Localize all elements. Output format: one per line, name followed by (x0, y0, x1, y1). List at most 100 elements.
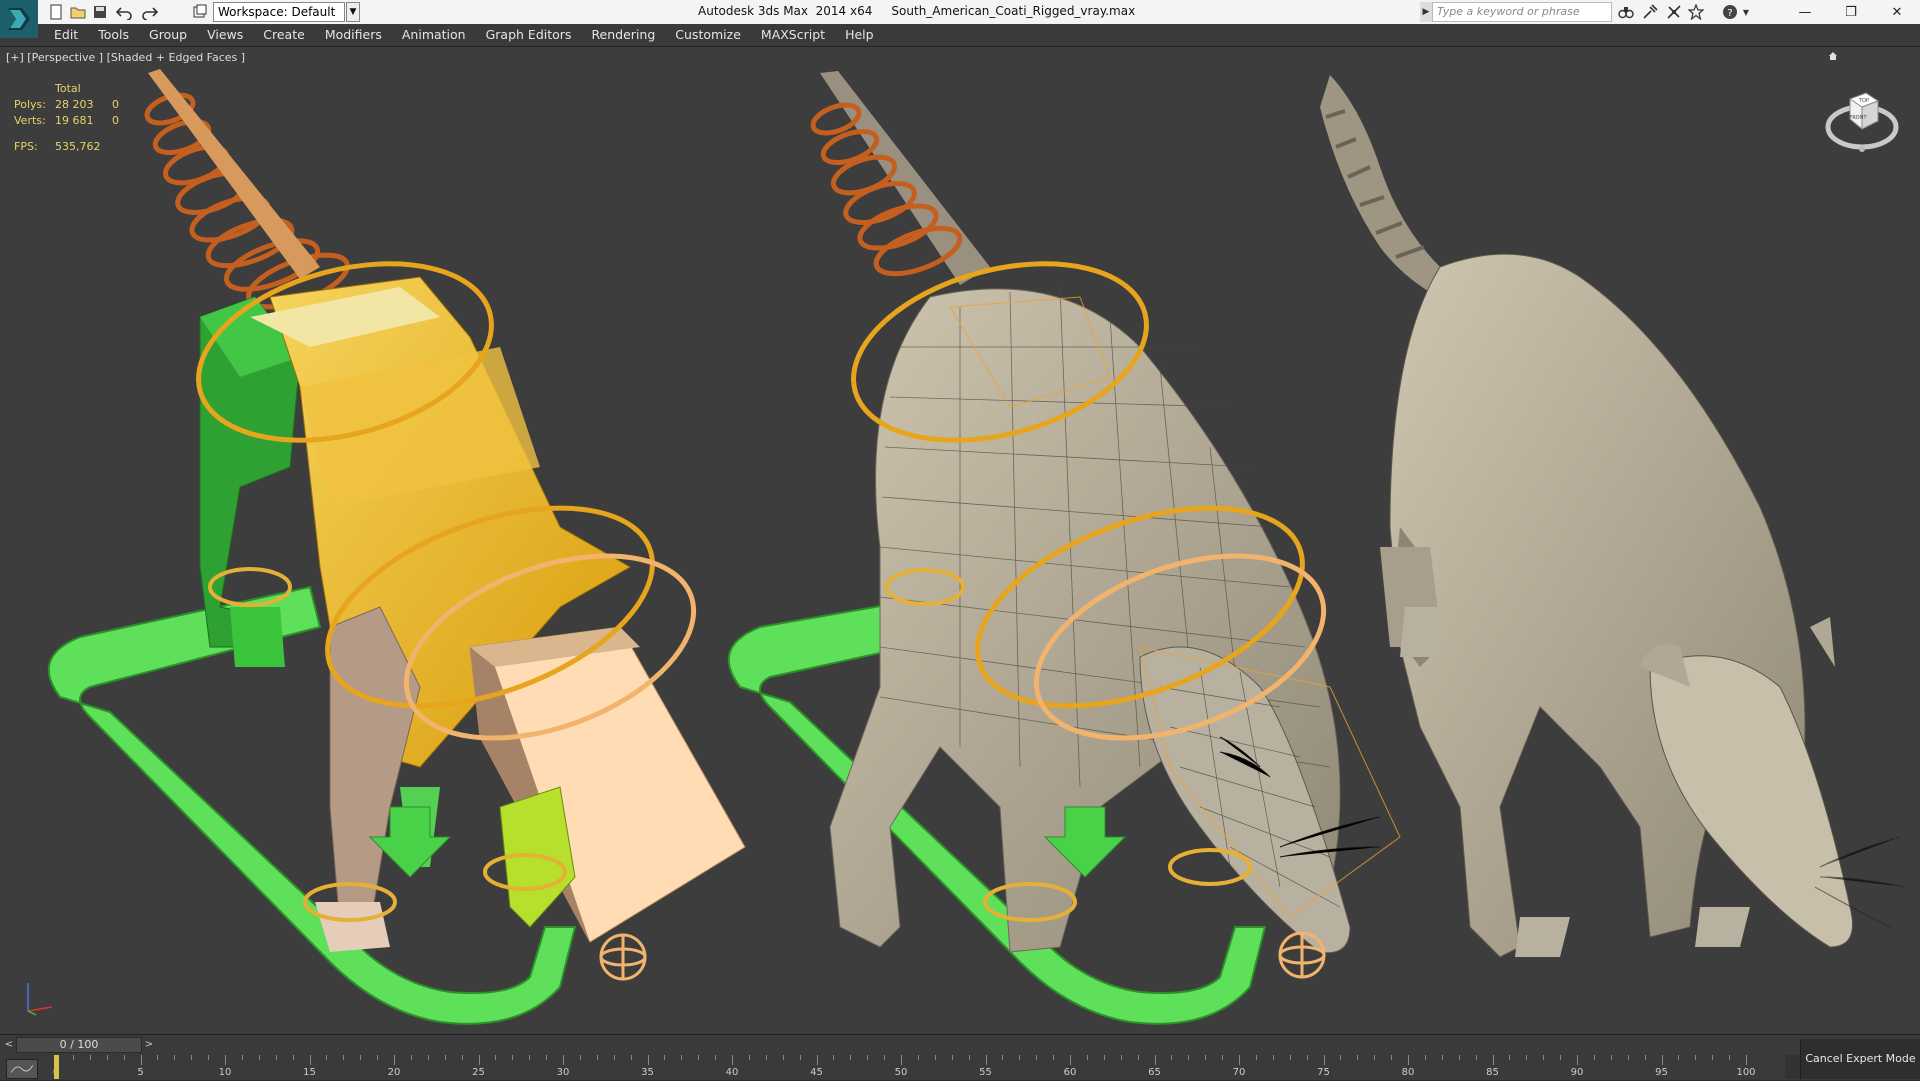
cancel-expert-mode-button[interactable]: Cancel Expert Mode (1800, 1039, 1920, 1079)
timeline-tick (1357, 1055, 1359, 1060)
timeline-label: 15 (303, 1067, 316, 1078)
project-folder-icon[interactable] (190, 2, 210, 22)
perspective-viewport[interactable]: [+] [Perspective ] [Shaded + Edged Faces… (0, 46, 1920, 1034)
timeline-tick (343, 1055, 345, 1060)
restore-button[interactable]: ❐ (1828, 0, 1874, 24)
open-file-icon[interactable] (68, 2, 88, 22)
search-expand-icon[interactable]: ▶ (1420, 2, 1432, 22)
binoculars-icon[interactable] (1616, 3, 1636, 21)
timeline-tick (917, 1055, 919, 1060)
timeline-tick (106, 1055, 108, 1060)
timeline-tick (1627, 1055, 1629, 1060)
menu-maxscript[interactable]: MAXScript (751, 24, 835, 46)
timeline-label: 30 (556, 1067, 570, 1078)
menu-graph-editors[interactable]: Graph Editors (476, 24, 582, 46)
mesh-rig-model[interactable] (727, 71, 1401, 1025)
box-rig-model[interactable] (47, 69, 746, 1025)
viewport-label[interactable]: [+] [Perspective ] [Shaded + Edged Faces… (6, 51, 245, 64)
timeline-tick (1239, 1055, 1240, 1065)
home-icon[interactable] (1828, 51, 1838, 61)
timeline-tick (799, 1055, 801, 1060)
timeline-tick (157, 1055, 159, 1060)
polys-selected: 0 (112, 98, 119, 111)
next-frame-button[interactable]: > (142, 1037, 156, 1053)
timeline-tick (461, 1055, 463, 1060)
menu-animation[interactable]: Animation (392, 24, 476, 46)
timeline-tick (1526, 1055, 1528, 1060)
help-dropdown-icon[interactable]: ▼ (1740, 3, 1752, 21)
menu-edit[interactable]: Edit (38, 24, 88, 46)
menu-rendering[interactable]: Rendering (581, 24, 665, 46)
menu-customize[interactable]: Customize (665, 24, 751, 46)
timeline-tick (1103, 1055, 1105, 1060)
menu-modifiers[interactable]: Modifiers (315, 24, 392, 46)
favorites-star-icon[interactable] (1686, 3, 1706, 21)
timeline-tick (1205, 1055, 1207, 1060)
timeline-tick (1255, 1055, 1257, 1060)
timeline-tick (1222, 1055, 1224, 1060)
menu-create[interactable]: Create (253, 24, 315, 46)
scene-render (47, 69, 1906, 1025)
timeline-tick (1458, 1055, 1460, 1060)
communication-icon[interactable] (1664, 3, 1684, 21)
timeline-tick (1323, 1055, 1325, 1065)
viewcube[interactable]: TOP FRONT (1822, 77, 1902, 157)
app-logo-icon[interactable] (0, 0, 38, 38)
help-icon[interactable]: ? (1720, 3, 1740, 21)
timeline-label: 20 (387, 1067, 401, 1078)
redo-icon[interactable] (140, 2, 160, 22)
timeline-tick (1171, 1055, 1173, 1060)
timeline-tick (225, 1055, 226, 1065)
polys-label: Polys: (14, 98, 46, 111)
verts-selected: 0 (112, 114, 119, 127)
timeline-tick (647, 1055, 649, 1065)
mini-curve-editor-icon[interactable] (6, 1059, 38, 1079)
timeline-label: 50 (894, 1067, 908, 1078)
timeline-label: 55 (979, 1067, 992, 1078)
menu-bar: Edit Tools Group Views Create Modifiers … (38, 24, 1920, 46)
window-title: Autodesk 3ds Max 2014 x64 South_American… (698, 4, 1136, 18)
current-frame-marker[interactable] (54, 1055, 59, 1079)
timeline-tick (596, 1055, 598, 1060)
timeline-tick (681, 1055, 683, 1060)
menu-views[interactable]: Views (197, 24, 253, 46)
stats-header: Total (55, 82, 81, 95)
time-slider[interactable]: 0 / 100 (16, 1037, 142, 1053)
track-bar[interactable]: 0510152025303540455055606570758085909510… (50, 1055, 1780, 1081)
timeline-label: 70 (1232, 1067, 1246, 1078)
subscription-icon[interactable] (1640, 3, 1660, 21)
timeline-label: 95 (1655, 1067, 1668, 1078)
svg-text:?: ? (1727, 8, 1732, 19)
chevron-down-icon[interactable]: ▼ (346, 2, 360, 22)
timeline-tick (427, 1055, 429, 1060)
menu-help[interactable]: Help (835, 24, 884, 46)
timeline-tick (191, 1055, 193, 1060)
timeline-tick (715, 1055, 717, 1060)
timeline-tick (394, 1055, 395, 1065)
new-file-icon[interactable] (46, 2, 66, 22)
timeline-tick (884, 1055, 886, 1060)
previous-frame-button[interactable]: < (2, 1037, 16, 1053)
timeline-label: 85 (1486, 1067, 1499, 1078)
timeline-tick (1441, 1055, 1443, 1060)
menu-tools[interactable]: Tools (88, 24, 139, 46)
timeline-tick (630, 1055, 632, 1060)
timeline-tick (850, 1055, 852, 1060)
workspace-dropdown[interactable]: Workspace: Default (213, 2, 345, 22)
timeline-tick (258, 1055, 260, 1060)
timeline-tick (478, 1055, 480, 1065)
undo-icon[interactable] (114, 2, 134, 22)
timeline-tick (89, 1055, 91, 1060)
scene-statistics: Total Polys: 28 203 0 Verts: 19 681 0 FP… (14, 81, 132, 155)
timeline-tick (1272, 1055, 1274, 1060)
timeline-tick (495, 1055, 497, 1060)
menu-group[interactable]: Group (139, 24, 197, 46)
timeline-label: 10 (218, 1067, 232, 1078)
save-file-icon[interactable] (90, 2, 110, 22)
title-bar: Workspace: Default ▼ Autodesk 3ds Max 20… (0, 0, 1920, 24)
timeline-tick (748, 1055, 750, 1060)
fps-label: FPS: (14, 140, 38, 153)
close-button[interactable]: ✕ (1874, 0, 1920, 24)
search-input[interactable]: Type a keyword or phrase (1432, 2, 1612, 22)
minimize-button[interactable]: — (1782, 0, 1828, 24)
